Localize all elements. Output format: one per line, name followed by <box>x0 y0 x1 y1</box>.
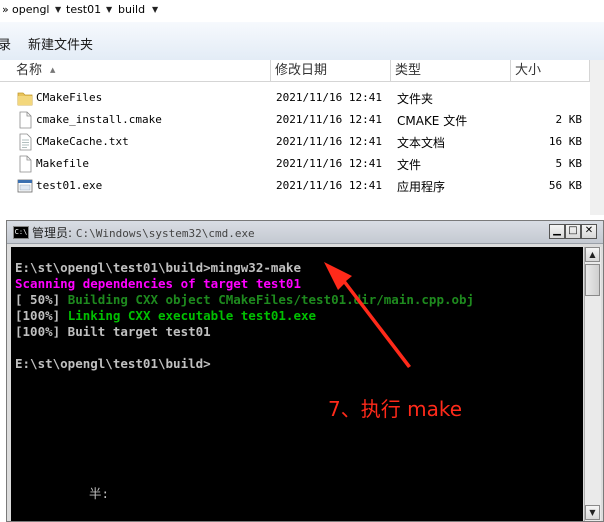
file-size: 2 KB <box>555 113 583 126</box>
exe-icon <box>17 179 33 193</box>
column-date-label: 修改日期 <box>275 63 328 78</box>
cmd-icon[interactable]: C:\ <box>13 226 29 239</box>
scroll-up-icon[interactable]: ▲ <box>585 247 600 262</box>
file-row[interactable]: CMakeCache.txt 2021/11/16 12:41 文本文档 16 … <box>0 131 590 153</box>
console-line: [100%] Built target test01 <box>15 324 211 339</box>
console-title-role: 管理员: <box>32 226 73 240</box>
column-name[interactable]: 名称 ▲ <box>12 60 271 81</box>
sort-ascending-icon: ▲ <box>50 66 56 74</box>
column-type-label: 类型 <box>395 63 422 78</box>
column-header: 名称 ▲ 修改日期 类型 大小 <box>0 60 590 82</box>
console-output[interactable]: E:\st\opengl\test01\build>mingw32-make S… <box>11 247 583 521</box>
file-date: 2021/11/16 12:41 <box>276 135 382 148</box>
file-date: 2021/11/16 12:41 <box>276 113 382 126</box>
column-date[interactable]: 修改日期 <box>271 60 391 81</box>
file-icon <box>19 155 32 173</box>
file-size: 56 KB <box>548 179 582 192</box>
new-folder-button[interactable]: 新建文件夹 <box>28 34 93 53</box>
console-window: C:\ 管理员: C:\Windows\system32\cmd.exe ▁ □… <box>6 220 604 522</box>
scroll-down-icon[interactable]: ▼ <box>585 505 600 520</box>
file-icon <box>19 111 32 129</box>
breadcrumb-item-opengl[interactable]: opengl <box>12 2 50 18</box>
toolbar: 录 新建文件夹 <box>0 22 604 61</box>
chevron-down-icon[interactable]: ▼ <box>55 2 61 18</box>
file-name: CMakeCache.txt <box>36 135 129 148</box>
chevron-down-icon[interactable]: ▼ <box>152 2 158 18</box>
file-name: CMakeFiles <box>36 91 103 104</box>
file-type: 文件夹 <box>397 92 434 106</box>
file-row[interactable]: test01.exe 2021/11/16 12:41 应用程序 56 KB <box>0 175 590 197</box>
minimize-button[interactable]: ▁ <box>549 224 565 239</box>
ime-indicator: 半: <box>89 486 110 501</box>
scrollbar[interactable] <box>590 60 604 215</box>
breadcrumb-item-test01[interactable]: test01 <box>66 2 101 18</box>
file-row[interactable]: Makefile 2021/11/16 12:41 文件 5 KB <box>0 153 590 175</box>
console-line: E:\st\opengl\test01\build>mingw32-make <box>15 260 301 275</box>
file-date: 2021/11/16 12:41 <box>276 179 382 192</box>
file-row[interactable]: cmake_install.cmake 2021/11/16 12:41 CMA… <box>0 109 590 131</box>
breadcrumb-lead: » <box>2 3 9 16</box>
maximize-button[interactable]: □ <box>565 224 581 239</box>
column-size-label: 大小 <box>515 63 542 78</box>
file-type: 文件 <box>397 158 422 172</box>
console-title-path: C:\Windows\system32\cmd.exe <box>75 227 255 240</box>
file-size: 5 KB <box>555 157 583 170</box>
breadcrumb: » opengl ▼ test01 ▼ build ▼ <box>0 0 604 20</box>
explorer-window: » opengl ▼ test01 ▼ build ▼ 录 新建文件夹 名称 ▲ … <box>0 0 604 215</box>
close-button[interactable]: ✕ <box>581 224 597 239</box>
scrollbar-thumb[interactable] <box>585 264 600 296</box>
column-size[interactable]: 大小 <box>511 60 590 81</box>
console-line: [ 50%] Building CXX object CMakeFiles/te… <box>15 292 474 307</box>
folder-icon <box>17 92 33 106</box>
file-date: 2021/11/16 12:41 <box>276 91 382 104</box>
file-name: Makefile <box>36 157 89 170</box>
file-date: 2021/11/16 12:41 <box>276 157 382 170</box>
annotation-text: 7、执行 make <box>328 397 462 421</box>
file-type: CMAKE 文件 <box>397 114 468 128</box>
console-line-text: Building CXX object CMakeFiles/test01.di… <box>67 292 475 307</box>
file-row[interactable]: CMakeFiles 2021/11/16 12:41 文件夹 <box>0 87 590 109</box>
console-titlebar[interactable]: C:\ 管理员: C:\Windows\system32\cmd.exe ▁ □… <box>7 221 603 244</box>
console-prompt: E:\st\opengl\test01\build> <box>15 356 211 371</box>
breadcrumb-item-build[interactable]: build <box>118 2 145 18</box>
progress-prefix: [ 50%] <box>15 292 68 307</box>
file-size: 16 KB <box>548 135 582 148</box>
column-name-label: 名称 <box>16 63 43 78</box>
console-title: 管理员: C:\Windows\system32\cmd.exe <box>32 224 255 241</box>
progress-prefix: [100%] <box>15 308 68 323</box>
file-type: 应用程序 <box>397 180 446 194</box>
file-name: test01.exe <box>36 179 103 192</box>
console-line-text: Linking CXX executable test01.exe <box>67 308 317 323</box>
column-type[interactable]: 类型 <box>391 60 511 81</box>
chevron-down-icon[interactable]: ▼ <box>106 2 112 18</box>
console-line: [100%] Linking CXX executable test01.exe <box>15 308 316 323</box>
console-scrollbar[interactable]: ▲ ▼ <box>584 247 601 521</box>
file-type: 文本文档 <box>397 136 446 150</box>
toolbar-item-record[interactable]: 录 <box>0 34 11 53</box>
console-line: Scanning dependencies of target test01 <box>15 276 301 291</box>
file-name: cmake_install.cmake <box>36 113 162 126</box>
text-file-icon <box>19 133 32 151</box>
